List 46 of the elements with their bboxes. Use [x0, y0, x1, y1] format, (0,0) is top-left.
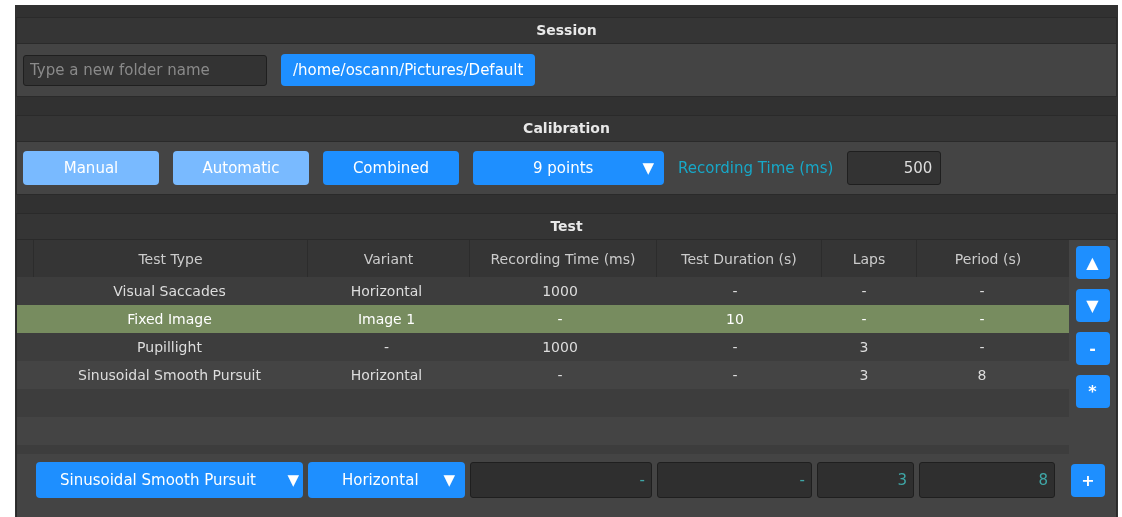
table-row[interactable]: Fixed Image Image 1 - 10 - -: [17, 305, 1069, 333]
table-cell-text: Fixed Image: [126, 311, 213, 327]
table-cell-text: Horizontal: [349, 283, 424, 299]
table-cell-text: Horizontal: [349, 367, 424, 383]
table-cell-text: 8: [976, 367, 988, 383]
table-cell-text: Pupillight: [136, 339, 203, 355]
table-cell-text: 1000: [541, 339, 579, 355]
table-cell-text: -: [556, 311, 564, 327]
table-cell-text: -: [978, 283, 986, 299]
table-cell-text: -: [978, 339, 986, 355]
add-button[interactable]: +: [1071, 463, 1105, 497]
table-cell-text: -: [860, 311, 868, 327]
table-cell-text: 3: [858, 367, 870, 383]
table-cell-text: Image 1: [356, 311, 417, 327]
row-action-button[interactable]: -: [1075, 332, 1110, 365]
calibration-mode-button[interactable]: Combined: [323, 151, 459, 185]
section-title: Test: [17, 214, 1116, 240]
table-cell-text: -: [731, 339, 739, 355]
test-type-dropdown[interactable]: Sinusoidal Smooth Pursuit ▼: [36, 462, 303, 498]
table-cell-text: 1000: [541, 283, 579, 299]
row-action-button[interactable]: ▲: [1075, 246, 1110, 279]
value-field[interactable]: -: [470, 462, 652, 498]
value-field[interactable]: -: [657, 462, 812, 498]
table-cell-text: Sinusoidal Smooth Pursuit: [77, 367, 262, 383]
points-dropdown[interactable]: 9 points ▼: [473, 151, 664, 185]
table-cell-text: -: [556, 367, 564, 383]
table-cell-text: -: [382, 339, 391, 355]
row-action-button[interactable]: ▼: [1075, 289, 1110, 322]
folder-path-button[interactable]: /home/oscann/Pictures/Default: [281, 54, 536, 86]
recording-time-field[interactable]: 500: [847, 151, 942, 185]
table-cell-text: 3: [858, 339, 870, 355]
section-title: Session: [17, 18, 1116, 44]
variant-dropdown[interactable]: Horizontal ▼: [308, 462, 465, 498]
table-cell-text: Visual Saccades: [112, 283, 227, 299]
table-cell-text: -: [731, 283, 739, 299]
row-action-button[interactable]: *: [1075, 375, 1110, 408]
table-row[interactable]: Sinusoidal Smooth Pursuit Horizontal - - 3 8: [17, 361, 1069, 389]
folder-name-field[interactable]: Type a new folder name: [23, 54, 267, 86]
table-cell-text: -: [731, 367, 739, 383]
table-cell-text: -: [860, 283, 868, 299]
recording-time-label: Recording Time (ms): [678, 159, 834, 177]
table-cell-text: -: [978, 311, 986, 327]
value-field[interactable]: 8: [919, 462, 1055, 498]
section-title: Calibration: [17, 116, 1116, 142]
table-cell-text: 10: [725, 311, 745, 327]
value-field[interactable]: 3: [817, 462, 914, 498]
